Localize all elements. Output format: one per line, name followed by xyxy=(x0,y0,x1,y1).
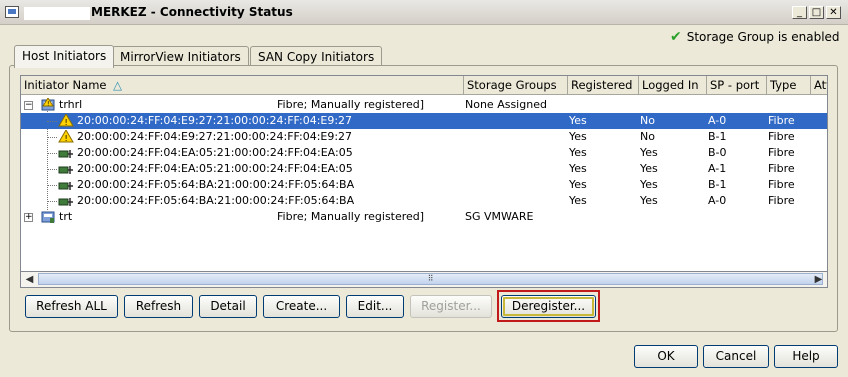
grip-icon: ⠿ xyxy=(427,274,434,283)
storage-group-cell: SG VMWARE xyxy=(465,210,534,223)
initiators-table: Initiator Name △ Storage Groups Register… xyxy=(20,75,828,272)
column-label: Initiator Name xyxy=(24,78,107,92)
type-cell: Fibre xyxy=(768,194,795,207)
refresh-all-button[interactable]: Refresh ALL xyxy=(25,295,118,318)
sp-port-cell: B-1 xyxy=(708,130,727,143)
registered-cell: Yes xyxy=(569,146,587,159)
initiator-name: 20:00:00:24:FF:04:EA:05:21:00:00:24:FF:0… xyxy=(77,162,353,175)
maximize-button[interactable]: □ xyxy=(809,6,824,19)
host-icon xyxy=(41,211,55,223)
registered-cell: Yes xyxy=(569,194,587,207)
logged-in-cell: No xyxy=(640,130,655,143)
registered-cell: Yes xyxy=(569,178,587,191)
registered-cell: Yes xyxy=(569,162,587,175)
refresh-button[interactable]: Refresh xyxy=(124,295,193,318)
column-header-initiator-name[interactable]: Initiator Name △ xyxy=(21,76,464,95)
hba-connected-icon xyxy=(58,198,73,206)
tree-connector xyxy=(47,201,57,202)
logged-in-cell: Yes xyxy=(640,162,658,175)
tree-connector xyxy=(47,169,57,170)
column-header-sp-port[interactable]: SP - port xyxy=(707,76,767,95)
initiator-name: 20:00:00:24:FF:04:EA:05:21:00:00:24:FF:0… xyxy=(77,146,353,159)
host-detail: Fibre; Manually registered] xyxy=(277,210,425,223)
initiator-name: 20:00:00:24:FF:05:64:BA:21:00:00:24:FF:0… xyxy=(77,178,355,191)
edit-button[interactable]: Edit... xyxy=(346,295,404,318)
minimize-button[interactable]: _ xyxy=(792,6,807,19)
table-row-host[interactable]: + trt Fibre; Manually registered] SG VMW… xyxy=(21,209,827,225)
highlight-box xyxy=(497,290,600,322)
sp-port-cell: B-0 xyxy=(708,146,727,159)
close-button[interactable]: ✕ xyxy=(826,6,841,19)
table-row[interactable]: ! 20:00:00:24:FF:04:E9:27:21:00:00:24:FF… xyxy=(21,129,827,145)
sp-port-cell: A-0 xyxy=(708,114,727,127)
logged-in-cell: Yes xyxy=(640,146,658,159)
horizontal-scrollbar[interactable]: ◀ ⠿ ▶ xyxy=(20,272,828,288)
table-row[interactable]: 20:00:00:24:FF:05:64:BA:21:00:00:24:FF:0… xyxy=(21,193,827,209)
tree-connector xyxy=(47,121,57,122)
column-header-logged-in[interactable]: Logged In xyxy=(639,76,707,95)
type-cell: Fibre xyxy=(768,146,795,159)
expand-icon[interactable]: + xyxy=(24,213,33,222)
table-row[interactable]: 20:00:00:24:FF:04:EA:05:21:00:00:24:FF:0… xyxy=(21,161,827,177)
column-header-type[interactable]: Type xyxy=(767,76,811,95)
type-cell: Fibre xyxy=(768,162,795,175)
tab-host-initiators[interactable]: Host Initiators xyxy=(14,45,115,68)
app-icon xyxy=(5,6,19,18)
title-bar: MERKEZ - Connectivity Status _ □ ✕ xyxy=(0,0,848,25)
table-row-host[interactable]: − ! trhrl Fibre; Manually registered] No… xyxy=(21,97,827,113)
initiator-name: 20:00:00:24:FF:04:E9:27:21:00:00:24:FF:0… xyxy=(77,114,353,127)
type-cell: Fibre xyxy=(768,178,795,191)
table-row[interactable]: 20:00:00:24:FF:04:EA:05:21:00:00:24:FF:0… xyxy=(21,145,827,161)
svg-text:!: ! xyxy=(47,101,49,108)
checkmark-icon: ✔ xyxy=(670,29,682,45)
status-text: Storage Group is enabled xyxy=(686,30,840,44)
type-cell: Fibre xyxy=(768,130,795,143)
tree-connector xyxy=(47,153,57,154)
create-button[interactable]: Create... xyxy=(263,295,340,318)
host-icon: ! xyxy=(41,98,55,111)
logged-in-cell: No xyxy=(640,114,655,127)
tree-connector xyxy=(47,185,57,186)
table-row[interactable]: 20:00:00:24:FF:05:64:BA:21:00:00:24:FF:0… xyxy=(21,177,827,193)
logged-in-cell: Yes xyxy=(640,194,658,207)
sp-port-cell: B-1 xyxy=(708,178,727,191)
warning-hba-icon: ! xyxy=(58,130,74,143)
table-row[interactable]: ! 20:00:00:24:FF:04:E9:27:21:00:00:24:FF… xyxy=(21,113,827,129)
sort-ascending-icon: △ xyxy=(113,78,122,92)
hba-connected-icon xyxy=(58,182,73,190)
ok-button[interactable]: OK xyxy=(634,345,698,368)
cancel-button[interactable]: Cancel xyxy=(703,345,769,368)
redacted-title-segment xyxy=(24,7,90,20)
detail-button[interactable]: Detail xyxy=(199,295,257,318)
scroll-left-icon[interactable]: ◀ xyxy=(22,273,37,286)
initiator-name: 20:00:00:24:FF:04:E9:27:21:00:00:24:FF:0… xyxy=(77,130,353,143)
register-button[interactable]: Register... xyxy=(410,295,492,318)
host-name: trhrl xyxy=(59,98,83,111)
collapse-icon[interactable]: − xyxy=(24,101,33,110)
column-header-storage-groups[interactable]: Storage Groups xyxy=(464,76,568,95)
type-cell: Fibre xyxy=(768,114,795,127)
svg-text:!: ! xyxy=(65,118,68,127)
scroll-right-icon[interactable]: ▶ xyxy=(811,273,826,286)
registered-cell: Yes xyxy=(569,114,587,127)
svg-text:!: ! xyxy=(65,134,68,143)
logged-in-cell: Yes xyxy=(640,178,658,191)
registered-cell: Yes xyxy=(569,130,587,143)
storage-group-cell: None Assigned xyxy=(465,98,547,111)
sp-port-cell: A-0 xyxy=(708,194,727,207)
help-button[interactable]: Help xyxy=(774,345,838,368)
host-detail: Fibre; Manually registered] xyxy=(277,98,425,111)
hba-connected-icon xyxy=(58,166,73,174)
host-name: trt xyxy=(59,210,73,223)
column-header-registered[interactable]: Registered xyxy=(568,76,639,95)
window-title: MERKEZ - Connectivity Status xyxy=(91,5,293,19)
sp-port-cell: A-1 xyxy=(708,162,727,175)
scrollbar-thumb[interactable]: ⠿ xyxy=(38,273,823,285)
tree-connector xyxy=(47,137,57,138)
storage-group-status: ✔ Storage Group is enabled xyxy=(670,29,840,45)
column-header-att[interactable]: Att xyxy=(811,76,827,95)
warning-hba-icon: ! xyxy=(58,114,74,127)
initiator-name: 20:00:00:24:FF:05:64:BA:21:00:00:24:FF:0… xyxy=(77,194,355,207)
hba-connected-icon xyxy=(58,150,73,158)
